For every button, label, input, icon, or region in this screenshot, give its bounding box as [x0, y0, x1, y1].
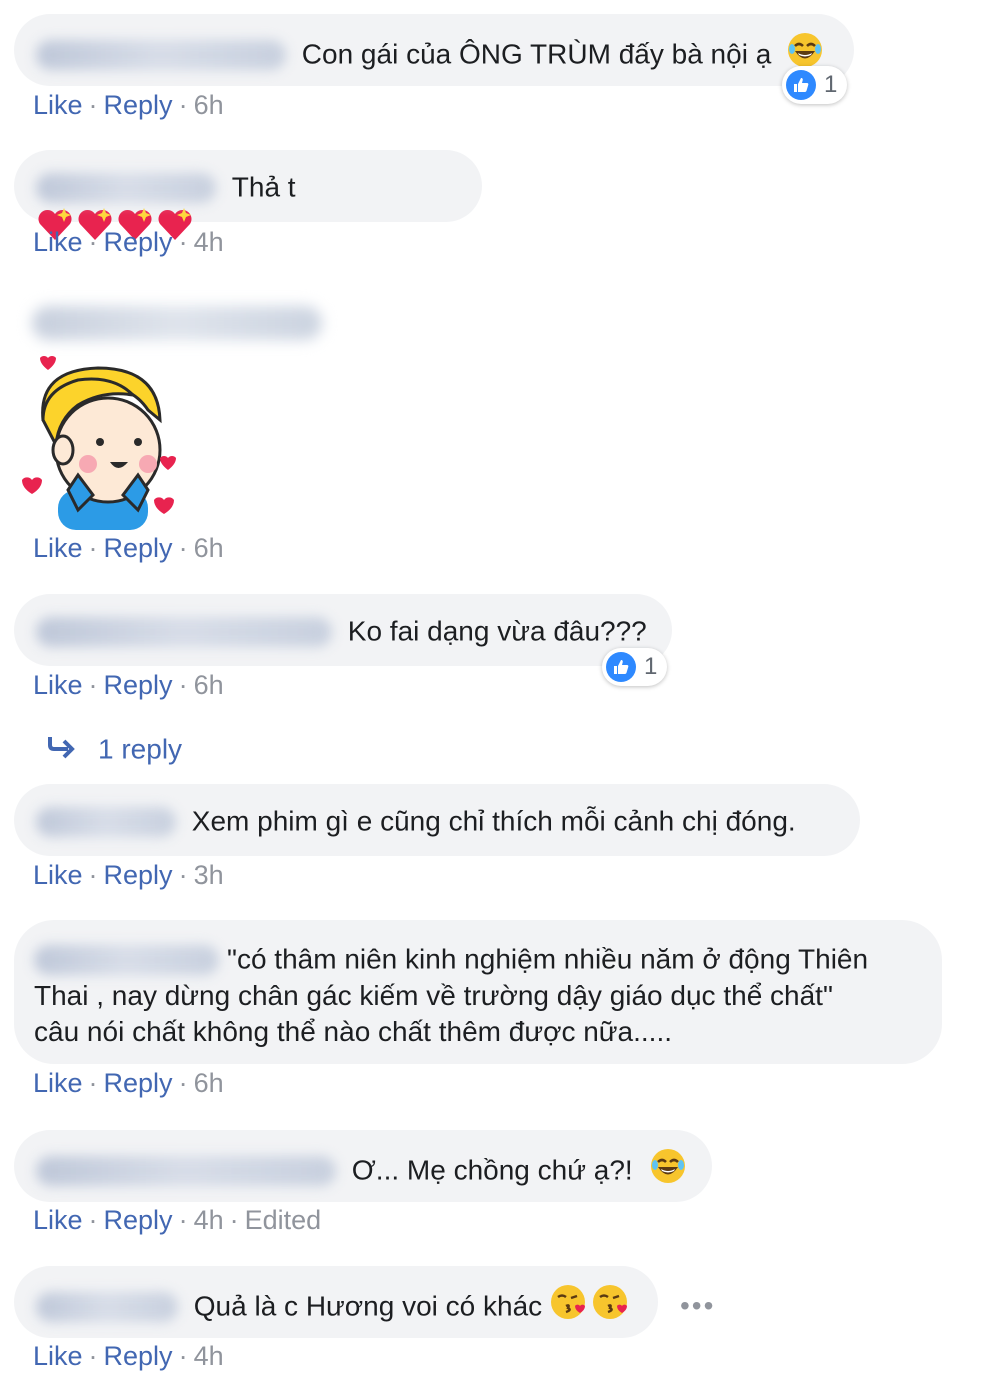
timestamp[interactable]: 4h: [194, 1205, 224, 1235]
comment-actions: Like · Reply · 4h · Edited: [33, 1205, 321, 1236]
separator: ·: [178, 1341, 188, 1371]
comment-bubble: Ko fai dạng vừa đâu???: [14, 594, 672, 666]
blurred-author-name[interactable]: [36, 172, 216, 203]
like-button[interactable]: Like: [33, 90, 83, 120]
separator: ·: [88, 1205, 98, 1235]
reply-button[interactable]: Reply: [104, 1068, 173, 1098]
separator: ·: [178, 1068, 188, 1098]
laughing-tears-emoji-icon: [650, 1148, 686, 1193]
blurred-author-name[interactable]: [36, 1291, 178, 1322]
reply-button[interactable]: Reply: [104, 860, 173, 890]
blurred-author-name[interactable]: [34, 944, 219, 975]
comment-actions: Like · Reply · 6h: [33, 90, 224, 121]
separator: ·: [229, 1205, 239, 1235]
timestamp[interactable]: 6h: [194, 533, 224, 563]
like-button[interactable]: Like: [33, 533, 83, 563]
comment-actions: Like · Reply · 6h: [33, 1068, 224, 1099]
separator: ·: [88, 670, 98, 700]
reply-button[interactable]: Reply: [104, 1341, 173, 1371]
separator: ·: [88, 90, 98, 120]
face-blowing-kiss-emoji-icon: [550, 1284, 630, 1329]
comment-text-line-3: câu nói chất không thể nào chất thêm đượ…: [34, 1015, 673, 1047]
comment-actions: Like · Reply · 6h: [33, 533, 224, 564]
like-button[interactable]: Like: [33, 670, 83, 700]
separator: ·: [178, 227, 188, 257]
comment-text: Con gái của ÔNG TRÙM đấy bà nội ạ: [301, 38, 772, 70]
comment-actions: Like · Reply · 6h: [33, 670, 224, 701]
reply-button[interactable]: Reply: [104, 90, 173, 120]
timestamp[interactable]: 4h: [194, 1341, 224, 1371]
separator: ·: [88, 227, 98, 257]
thumbs-up-icon: [786, 70, 816, 100]
blurred-author-name[interactable]: [36, 39, 286, 70]
comment-bubble: Xem phim gì e cũng chỉ thích mỗi cảnh ch…: [14, 784, 860, 856]
comment-actions: Like · Reply · 4h: [33, 227, 224, 258]
comment-text: Ơ... Mẹ chồng chứ ạ?!: [351, 1154, 633, 1186]
separator: ·: [178, 860, 188, 890]
reaction-count: 1: [824, 71, 838, 98]
comment-actions: Like · Reply · 4h: [33, 1341, 224, 1372]
comment-text: Ko fai dạng vừa đâu???: [347, 615, 647, 647]
comment-bubble: Con gái của ÔNG TRÙM đấy bà nội ạ: [14, 14, 854, 86]
blurred-author-name[interactable]: [36, 806, 176, 837]
timestamp[interactable]: 6h: [194, 1068, 224, 1098]
replies-count-label: 1 reply: [98, 733, 183, 765]
separator: ·: [88, 1341, 98, 1371]
comment-text-line-2: Thai , nay dừng chân gác kiếm về trường …: [34, 979, 833, 1011]
reply-button[interactable]: Reply: [104, 1205, 173, 1235]
comment-text-line-1: "có thâm niên kinh nghiệm nhiều năm ở độ…: [227, 943, 869, 975]
comment-bubble: Quả là c Hương voi có khác: [14, 1266, 658, 1338]
reply-button[interactable]: Reply: [104, 533, 173, 563]
separator: ·: [88, 1068, 98, 1098]
comment-text: Thả t: [231, 171, 296, 203]
view-replies-link[interactable]: 1 reply: [46, 732, 182, 766]
separator: ·: [178, 90, 188, 120]
like-button[interactable]: Like: [33, 227, 83, 257]
like-button[interactable]: Like: [33, 1205, 83, 1235]
separator: ·: [88, 860, 98, 890]
comment-bubble: "có thâm niên kinh nghiệm nhiều năm ở độ…: [14, 920, 942, 1064]
separator: ·: [88, 533, 98, 563]
separator: ·: [178, 533, 188, 563]
comment-bubble: Thả t: [14, 150, 482, 240]
more-options-button[interactable]: •••: [680, 1290, 715, 1322]
separator: ·: [178, 670, 188, 700]
reaction-summary[interactable]: 1: [602, 648, 668, 686]
sticker-image: [18, 350, 188, 530]
like-button[interactable]: Like: [33, 1341, 83, 1371]
reply-button[interactable]: Reply: [104, 227, 173, 257]
blurred-author-name[interactable]: [32, 306, 322, 340]
reaction-summary[interactable]: 1: [782, 66, 848, 104]
blurred-author-name[interactable]: [36, 616, 332, 647]
comment-text: Xem phim gì e cũng chỉ thích mỗi cảnh ch…: [191, 805, 796, 837]
comment-actions: Like · Reply · 3h: [33, 860, 224, 891]
edited-label[interactable]: Edited: [245, 1205, 322, 1235]
reply-button[interactable]: Reply: [104, 670, 173, 700]
timestamp[interactable]: 4h: [194, 227, 224, 257]
reaction-count: 1: [644, 653, 658, 680]
like-button[interactable]: Like: [33, 1068, 83, 1098]
timestamp[interactable]: 6h: [194, 670, 224, 700]
comment-bubble: Ơ... Mẹ chồng chứ ạ?!: [14, 1130, 712, 1202]
timestamp[interactable]: 6h: [194, 90, 224, 120]
timestamp[interactable]: 3h: [194, 860, 224, 890]
comment-text: Quả là c Hương voi có khác: [193, 1290, 543, 1322]
reply-arrow-icon: [46, 734, 76, 766]
thumbs-up-icon: [606, 652, 636, 682]
like-button[interactable]: Like: [33, 860, 83, 890]
separator: ·: [178, 1205, 188, 1235]
blurred-author-name[interactable]: [36, 1155, 336, 1186]
